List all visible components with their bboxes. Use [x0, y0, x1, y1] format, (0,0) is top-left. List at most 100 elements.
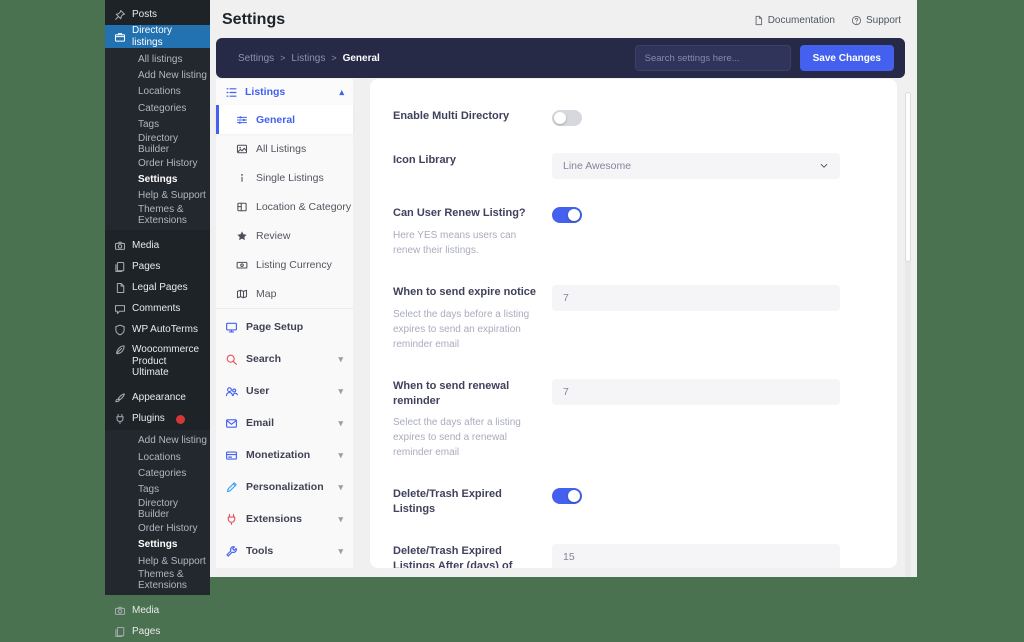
pages-icon [114, 261, 126, 273]
page-header: Settings Documentation Support [210, 0, 917, 38]
wp-submenu-item-categories[interactable]: Categories [105, 465, 210, 481]
wp-submenu-item-tags[interactable]: Tags [105, 482, 210, 498]
wp-menu-posts[interactable]: Posts [105, 4, 210, 25]
delete-trash-expired-listings-toggle[interactable] [552, 488, 582, 504]
wp-menu-plugins[interactable]: Plugins [105, 409, 210, 430]
when-to-send-renewal-reminder-input[interactable]: 7 [552, 379, 840, 405]
grid-icon [236, 201, 248, 213]
nav-section-personalization[interactable]: Personalization ▾ [216, 471, 353, 503]
brush-icon [114, 392, 126, 404]
star-icon [236, 230, 248, 242]
nav-item-single-listings[interactable]: Single Listings [216, 163, 353, 192]
pen-icon [225, 481, 238, 494]
image-icon [236, 143, 248, 155]
wp-menu-pages[interactable]: Pages [105, 256, 210, 277]
chevron-down-icon: ▾ [338, 354, 343, 365]
nav-item-all-listings[interactable]: All Listings [216, 134, 353, 163]
page-title: Settings [222, 11, 285, 29]
wp-menu-media[interactable]: Media [105, 235, 210, 256]
wp-submenu-item-themes-extensions[interactable]: Themes & Extensions [105, 204, 210, 226]
plug-icon [225, 513, 238, 526]
nav-section-email[interactable]: Email ▾ [216, 407, 353, 439]
enable-multi-directory-toggle[interactable] [552, 110, 582, 126]
setting-description: Here YES means users can renew their lis… [393, 228, 542, 258]
nav-section-tools[interactable]: Tools ▾ [216, 535, 353, 567]
chevron-down-icon: ▾ [338, 546, 343, 557]
wp-submenu-item-themes-extensions[interactable]: Themes & Extensions [105, 569, 210, 591]
plugins-update-badge [176, 415, 185, 424]
nav-section-user[interactable]: User ▾ [216, 375, 353, 407]
wp-submenu-item-locations[interactable]: Locations [105, 449, 210, 465]
chevron-down-icon [819, 161, 829, 171]
nav-item-location-category[interactable]: Location & Category [216, 192, 353, 221]
wp-submenu-item-directory-builder[interactable]: Directory Builder [105, 498, 210, 520]
chevron-up-icon: ▴ [339, 87, 344, 98]
setting-label: Can User Renew Listing? [393, 206, 542, 221]
wp-menu-appearance[interactable]: Appearance [105, 388, 210, 409]
setting-description: Select the days before a listing expires… [393, 307, 542, 352]
support-link[interactable]: Support [851, 15, 901, 26]
settings-form-panel: Enable Multi Directory Icon Library Line… [370, 79, 897, 568]
nav-item-listing-currency[interactable]: Listing Currency [216, 250, 353, 279]
icon-library-select[interactable]: Line Awesome [552, 153, 840, 179]
settings-content: Listings ▴ General All Listings [210, 79, 917, 568]
card-icon [225, 449, 238, 462]
wp-menu-pages[interactable]: Pages [105, 621, 210, 642]
list-icon [225, 86, 238, 99]
nav-section-page-setup[interactable]: Page Setup [216, 311, 353, 343]
wp-submenu-item-order-history[interactable]: Order History [105, 155, 210, 171]
setting-label: Enable Multi Directory [393, 109, 542, 124]
nav-item-review[interactable]: Review [216, 221, 353, 250]
wp-menu-wp-autoterms[interactable]: WP AutoTerms [105, 319, 210, 340]
wp-submenu-item-settings[interactable]: Settings [105, 171, 210, 187]
wp-submenu-directory-listings-2: Add New listing Locations Categories Tag… [105, 430, 210, 596]
wp-admin-sidebar: Posts Directory listings All listings Ad… [105, 0, 210, 577]
scrollbar-thumb[interactable] [905, 92, 911, 262]
wp-menu-woocommerce-product-ultimate[interactable]: Woocommerce Product Ultimate [105, 340, 210, 379]
settings-toolbar: Settings > Listings > General Save Chang… [216, 38, 905, 78]
settings-search-input[interactable] [635, 45, 791, 71]
wp-submenu-item-add-new-listing[interactable]: Add New listing [105, 67, 210, 83]
nav-section-listings[interactable]: Listings ▴ [216, 79, 353, 105]
nav-section-monetization[interactable]: Monetization ▾ [216, 439, 353, 471]
archive-icon [114, 31, 126, 43]
nav-section-search[interactable]: Search ▾ [216, 343, 353, 375]
nav-section-extensions[interactable]: Extensions ▾ [216, 503, 353, 535]
settings-row: Can User Renew Listing? Here YES means u… [393, 206, 872, 258]
wrench-icon [225, 545, 238, 558]
pages-icon [114, 626, 126, 638]
question-circle-icon [851, 15, 862, 26]
wp-submenu-item-help-support[interactable]: Help & Support [105, 553, 210, 569]
shield-icon [114, 324, 126, 336]
settings-row: Icon Library Line Awesome [393, 153, 872, 179]
wp-submenu-item-help-support[interactable]: Help & Support [105, 188, 210, 204]
save-changes-button[interactable]: Save Changes [800, 45, 894, 71]
when-to-send-expire-notice-input[interactable]: 7 [552, 285, 840, 311]
wp-submenu-item-tags[interactable]: Tags [105, 117, 210, 133]
wp-submenu-item-settings[interactable]: Settings [105, 537, 210, 553]
feather-icon [114, 344, 126, 356]
delete-trash-expired-listings-after-days-of-expiration-input[interactable]: 15 [552, 544, 840, 568]
settings-row: When to send renewal reminder Select the… [393, 379, 872, 461]
plug-icon [114, 413, 126, 425]
wp-menu-comments[interactable]: Comments [105, 298, 210, 319]
setting-label: Delete/Trash Expired Listings [393, 487, 542, 517]
wp-menu-legal-pages[interactable]: Legal Pages [105, 277, 210, 298]
wp-submenu-item-locations[interactable]: Locations [105, 84, 210, 100]
setting-label: When to send renewal reminder [393, 379, 542, 409]
wp-menu-media[interactable]: Media [105, 600, 210, 621]
nav-item-general[interactable]: General [216, 105, 353, 134]
wp-menu-directory-listings[interactable]: Directory listings [105, 25, 210, 48]
nav-item-map[interactable]: Map [216, 279, 353, 308]
search-icon [225, 353, 238, 366]
can-user-renew-listing-toggle[interactable] [552, 207, 582, 223]
wp-submenu-item-all-listings[interactable]: All listings [105, 51, 210, 67]
wp-submenu-item-add-new-listing[interactable]: Add New listing [105, 433, 210, 449]
monitor-icon [225, 321, 238, 334]
wp-submenu-item-categories[interactable]: Categories [105, 100, 210, 116]
scrollbar[interactable] [905, 92, 911, 577]
documentation-link[interactable]: Documentation [753, 15, 835, 26]
camera-icon [114, 605, 126, 617]
wp-submenu-item-order-history[interactable]: Order History [105, 520, 210, 536]
wp-submenu-item-directory-builder[interactable]: Directory Builder [105, 133, 210, 155]
